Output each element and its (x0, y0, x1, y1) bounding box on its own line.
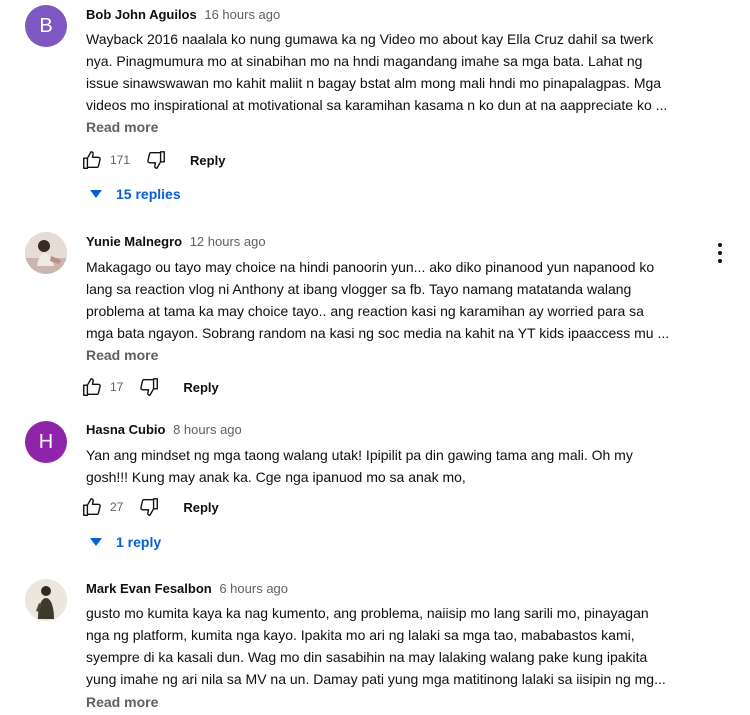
caret-down-icon (90, 190, 102, 198)
avatar-letter: H (38, 430, 54, 453)
thumbs-up-icon (83, 378, 101, 396)
comment-actions: 27 Reply (80, 495, 219, 519)
thumbs-up-icon (83, 151, 101, 169)
comment-text: Makagago ou tayo may choice na hindi pan… (86, 256, 706, 344)
comment-text-line: syempre di ka kasali dun. Wag mo din sas… (86, 649, 648, 665)
replies-label: 1 reply (116, 534, 162, 550)
comment-header: Hasna Cubio 8 hours ago (86, 422, 242, 437)
comment-text-line: gusto mo kumita kaya ka nag kumento, ang… (86, 605, 649, 621)
like-button[interactable] (80, 495, 104, 519)
comment-text-line: yung imahe ng ari nila sa MV na un. Dama… (86, 671, 666, 687)
profile-photo-icon (25, 579, 67, 621)
like-count: 17 (110, 380, 124, 394)
comment-text-line: issue sinawswawan mo kahit maliit n baga… (86, 75, 662, 91)
dislike-button[interactable] (137, 495, 161, 519)
like-button[interactable] (80, 148, 104, 172)
comment-time[interactable]: 8 hours ago (173, 422, 242, 437)
avatar[interactable] (25, 232, 67, 274)
comment-actions: 17 Reply (80, 375, 219, 399)
reply-button[interactable]: Reply (190, 153, 225, 168)
more-vert-icon[interactable] (715, 242, 725, 264)
comment-text-line: mga bata ngayon. Sobrang random na kasi … (86, 325, 670, 341)
thumbs-down-icon (147, 151, 165, 169)
comment-time[interactable]: 12 hours ago (190, 234, 266, 249)
comment-text-line: Makagago ou tayo may choice na hindi pan… (86, 259, 655, 275)
profile-photo-icon (25, 232, 67, 274)
author-name[interactable]: Yunie Malnegro (86, 234, 182, 249)
comment-time[interactable]: 16 hours ago (204, 7, 280, 22)
reply-button[interactable]: Reply (183, 380, 218, 395)
avatar[interactable] (25, 579, 67, 621)
comment-text-line: nga ng platform, kumita nga kayo. Ipakit… (86, 627, 635, 643)
author-name[interactable]: Mark Evan Fesalbon (86, 581, 212, 596)
comment-text: gusto mo kumita kaya ka nag kumento, ang… (86, 602, 706, 690)
comment-header: Mark Evan Fesalbon 6 hours ago (86, 581, 288, 596)
comment-text: Yan ang mindset ng mga taong walang utak… (86, 444, 706, 488)
comment-text-line: gosh!!! Kung may anak ka. Cge nga ipanuo… (86, 469, 466, 485)
comment-text-line: videos mo inspirational at motivational … (86, 97, 668, 113)
author-name[interactable]: Bob John Aguilos (86, 7, 197, 22)
comment-header: Bob John Aguilos 16 hours ago (86, 7, 280, 22)
thumbs-up-icon (83, 498, 101, 516)
comment-actions: 171 Reply (80, 148, 225, 172)
comment-text-line: problema at tama ka may choice tayo.. an… (86, 303, 644, 319)
read-more-button[interactable]: Read more (86, 347, 158, 363)
comment-text-line: nya. Pinagmumura mo at sinabihan mo na h… (86, 53, 643, 69)
dislike-button[interactable] (137, 375, 161, 399)
caret-down-icon (90, 538, 102, 546)
dislike-button[interactable] (144, 148, 168, 172)
comment-header: Yunie Malnegro 12 hours ago (86, 234, 266, 249)
view-replies-button[interactable]: 1 reply (90, 534, 161, 550)
like-count: 171 (110, 153, 131, 167)
read-more-button[interactable]: Read more (86, 119, 158, 135)
like-count: 27 (110, 500, 124, 514)
replies-label: 15 replies (116, 186, 181, 202)
like-button[interactable] (80, 375, 104, 399)
read-more-button[interactable]: Read more (86, 694, 158, 710)
avatar[interactable]: B (25, 5, 67, 47)
avatar[interactable]: H (25, 421, 67, 463)
comment-text-line: Yan ang mindset ng mga taong walang utak… (86, 447, 633, 463)
thumbs-down-icon (140, 498, 159, 516)
comment-text: Wayback 2016 naalala ko nung gumawa ka n… (86, 28, 706, 116)
avatar-letter: B (39, 14, 53, 37)
reply-button[interactable]: Reply (183, 500, 218, 515)
view-replies-button[interactable]: 15 replies (90, 186, 181, 202)
thumbs-down-icon (140, 378, 159, 396)
author-name[interactable]: Hasna Cubio (86, 422, 165, 437)
comment-time[interactable]: 6 hours ago (219, 581, 288, 596)
comment-text-line: lang sa reaction vlog ni Anthony at iban… (86, 281, 632, 297)
comment-text-line: Wayback 2016 naalala ko nung gumawa ka n… (86, 31, 654, 47)
